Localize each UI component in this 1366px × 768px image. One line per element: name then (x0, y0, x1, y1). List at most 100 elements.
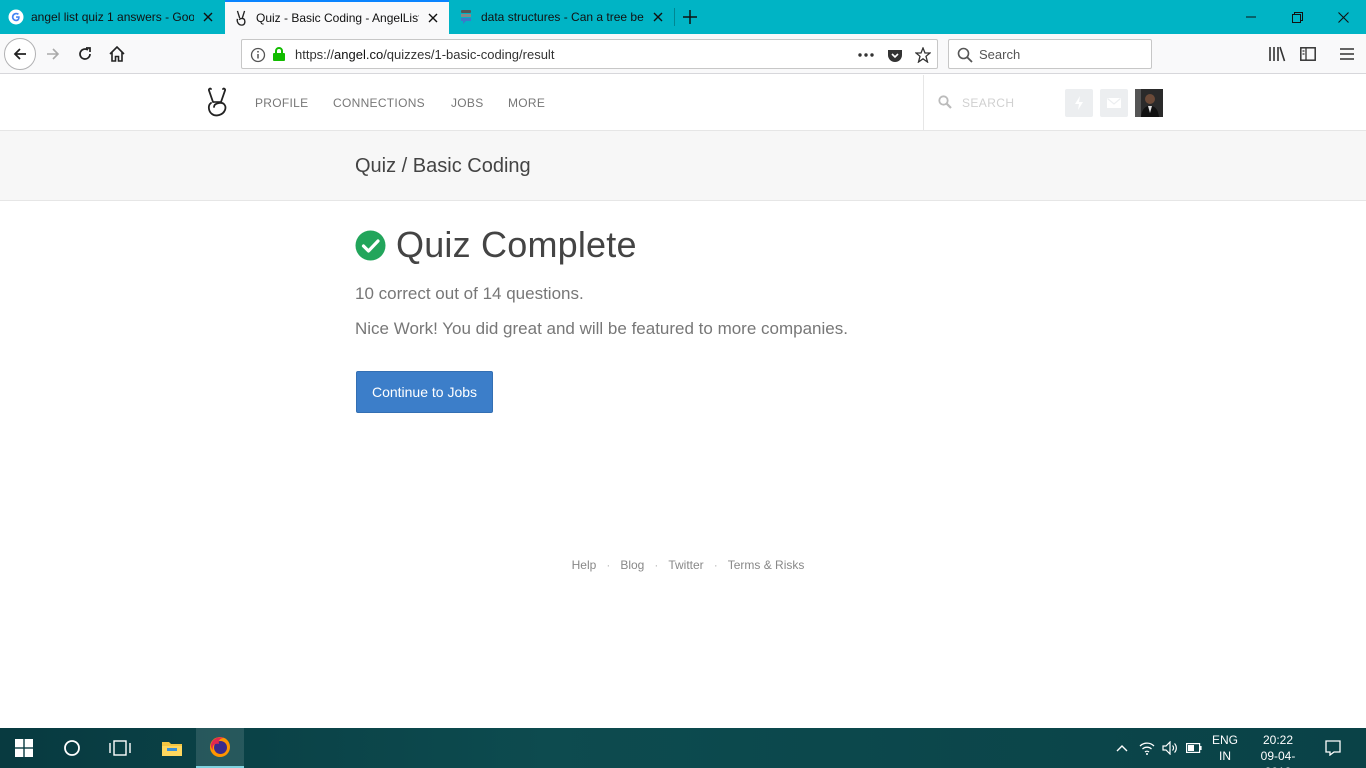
search-icon (957, 47, 973, 68)
action-center-icon[interactable] (1325, 740, 1341, 756)
page-title-band: Quiz / Basic Coding (0, 131, 1366, 201)
search-icon (938, 95, 952, 114)
file-explorer-button[interactable] (148, 728, 196, 768)
tab-separator (674, 8, 675, 26)
system-clock[interactable]: 20:22 09-04-2018 (1248, 732, 1308, 768)
url-prefix: https:// (295, 47, 335, 62)
browser-tab-active[interactable]: Quiz - Basic Coding - AngelList (225, 0, 449, 34)
browser-tab[interactable]: angel list quiz 1 answers - Goo (0, 0, 224, 34)
footer-link-twitter[interactable]: Twitter (668, 558, 703, 572)
continue-to-jobs-button[interactable]: Continue to Jobs (356, 371, 493, 413)
wifi-icon[interactable] (1139, 740, 1155, 756)
lightning-icon (1075, 96, 1083, 110)
tab-title: angel list quiz 1 answers - Goo (31, 10, 194, 24)
restore-button[interactable] (1274, 0, 1320, 34)
footer-link-help[interactable]: Help (572, 558, 597, 572)
address-bar[interactable]: https://angel.co/quizzes/1-basic-coding/… (241, 39, 938, 69)
restore-icon (1291, 11, 1303, 23)
sidebar-icon (1300, 47, 1316, 61)
windows-taskbar: ENG IN 20:22 09-04-2018 (0, 728, 1366, 768)
minimize-button[interactable] (1228, 0, 1274, 34)
sidebar-button[interactable] (1292, 38, 1324, 70)
chevron-up-icon[interactable] (1114, 740, 1130, 756)
nav-profile[interactable]: PROFILE (255, 96, 308, 110)
task-view-icon (109, 740, 131, 756)
close-tab-icon[interactable] (200, 9, 216, 25)
page-title: Quiz Complete (396, 224, 637, 265)
url-host: angel.co (334, 47, 384, 62)
library-icon (1269, 46, 1286, 62)
hamburger-icon (1340, 48, 1354, 60)
firefox-taskbar-button[interactable] (196, 728, 244, 768)
windows-logo-icon (15, 739, 33, 757)
url-path: /quizzes/1-basic-coding/result (383, 47, 555, 62)
quiz-feedback-text: Nice Work! You did great and will be fea… (355, 319, 848, 338)
folder-icon (162, 742, 182, 756)
footer-link-terms[interactable]: Terms & Risks (728, 558, 805, 572)
mail-icon (1107, 98, 1121, 108)
footer-separator: · (713, 558, 718, 572)
battery-icon[interactable] (1186, 740, 1202, 756)
check-circle-icon (355, 230, 386, 261)
close-tab-icon[interactable] (425, 10, 441, 26)
cortana-circle-icon (64, 740, 80, 756)
plus-icon (683, 10, 697, 24)
new-tab-button[interactable] (678, 5, 702, 29)
avatar[interactable] (1135, 89, 1163, 117)
reload-icon (79, 47, 91, 60)
nav-jobs[interactable]: JOBS (451, 96, 484, 110)
stackexchange-icon (458, 9, 474, 25)
footer-separator: · (606, 558, 611, 572)
quiz-score-text: 10 correct out of 14 questions. (355, 284, 584, 303)
angellist-icon (233, 10, 249, 26)
site-footer: Help · Blog · Twitter · Terms & Risks (0, 557, 1366, 573)
close-icon (1337, 11, 1349, 23)
messages-button[interactable] (1100, 89, 1128, 117)
volume-icon[interactable] (1162, 740, 1178, 756)
back-button[interactable] (4, 38, 36, 70)
site-info-icon[interactable] (250, 47, 266, 68)
tab-title: data structures - Can a tree be (481, 10, 644, 24)
back-arrow-icon (13, 48, 26, 60)
menu-button[interactable] (1331, 38, 1363, 70)
browser-search-input[interactable] (979, 45, 1144, 63)
clock-date: 09-04-2018 (1260, 749, 1296, 768)
activity-button[interactable] (1065, 89, 1093, 117)
clock-time: 20:22 (1262, 733, 1294, 747)
home-button[interactable] (101, 38, 133, 70)
site-search-input[interactable] (962, 94, 1054, 112)
lang-region: IN (1219, 749, 1231, 763)
browser-tab-strip: angel list quiz 1 answers - Goo Quiz - B… (0, 0, 1366, 34)
browser-tab[interactable]: data structures - Can a tree be (450, 0, 674, 34)
task-view-button[interactable] (96, 728, 144, 768)
input-language-indicator[interactable]: ENG IN (1208, 732, 1242, 764)
forward-button[interactable] (37, 38, 69, 70)
cortana-button[interactable] (48, 728, 96, 768)
footer-link-blog[interactable]: Blog (620, 558, 644, 572)
nav-more[interactable]: MORE (508, 96, 545, 110)
lock-icon (272, 46, 286, 67)
library-button[interactable] (1261, 38, 1293, 70)
firefox-icon (210, 737, 230, 757)
browser-toolbar: https://angel.co/quizzes/1-basic-coding/… (0, 34, 1366, 74)
breadcrumb: Quiz / Basic Coding (355, 155, 531, 177)
url-text: https://angel.co/quizzes/1-basic-coding/… (295, 47, 554, 62)
page-actions-icon[interactable] (857, 46, 875, 64)
start-button[interactable] (0, 728, 48, 768)
footer-separator: · (654, 558, 659, 572)
google-icon (8, 9, 24, 25)
site-header: PROFILE CONNECTIONS JOBS MORE (0, 75, 1366, 131)
reload-button[interactable] (69, 38, 101, 70)
close-window-button[interactable] (1320, 0, 1366, 34)
nav-connections[interactable]: CONNECTIONS (333, 96, 425, 110)
forward-arrow-icon (47, 48, 60, 60)
browser-search-box[interactable] (948, 39, 1152, 69)
lang-code: ENG (1211, 733, 1238, 747)
minimize-icon (1246, 16, 1256, 18)
pocket-icon[interactable] (886, 46, 904, 64)
bookmark-star-icon[interactable] (914, 46, 932, 64)
tab-title: Quiz - Basic Coding - AngelList (256, 11, 419, 25)
close-tab-icon[interactable] (650, 9, 666, 25)
header-divider (923, 75, 924, 130)
angellist-logo-icon[interactable] (205, 87, 229, 117)
